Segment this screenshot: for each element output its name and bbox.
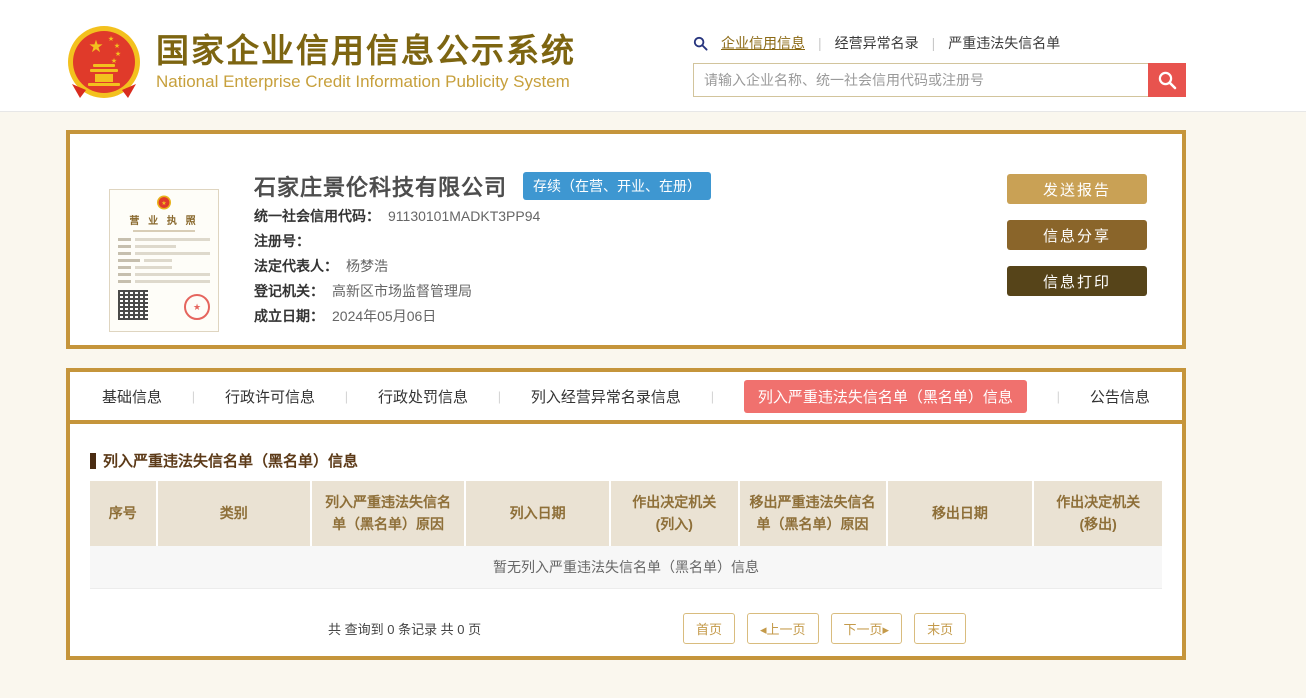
- field-value: 2024年05月06日: [332, 308, 437, 324]
- action-button-1[interactable]: 发送报告: [1007, 174, 1147, 204]
- section-title-row: 列入严重违法失信名单（黑名单）信息: [90, 450, 1162, 471]
- table-header-3: 列入严重违法失信名 单（黑名单）原因: [311, 481, 467, 547]
- license-emblem-icon: ★: [157, 195, 171, 210]
- blacklist-table: 序号 类别 列入严重违法失信名 单（黑名单）原因 列入日期 作出决定机关 (列入) 移出严…: [90, 481, 1162, 590]
- header-nav: 企业信用信息 | 经营异常名录 | 严重违法失信名单: [693, 33, 1186, 53]
- field-value: 杨梦浩: [346, 258, 388, 274]
- license-title: 营 业 执 照: [129, 216, 199, 227]
- svg-text:★: ★: [88, 37, 103, 56]
- page-header: ★ ★ ★ ★ ★ 国家企业信用信息公示系统 National Enterpri…: [0, 0, 1306, 112]
- field-label: 法定代表人：: [254, 258, 338, 274]
- svg-text:★: ★: [161, 200, 166, 207]
- license-qr-code: [118, 290, 148, 320]
- tab-4[interactable]: 列入经营异常名录信息: [531, 386, 681, 407]
- company-fields: 统一社会信用代码： 91130101MADKT3PP94 注册号： 法定代表人： 杨梦浩…: [254, 204, 540, 329]
- field-value: 高新区市场监督管理局: [332, 283, 472, 299]
- company-status-badge: 存续（在营、开业、在册）: [523, 172, 712, 200]
- section-title-marker: [90, 452, 96, 469]
- tab-3[interactable]: 行政处罚信息: [378, 386, 468, 407]
- company-field-1: 统一社会信用代码： 91130101MADKT3PP94: [254, 204, 540, 229]
- next-page-button[interactable]: 下一页▸: [830, 613, 903, 645]
- search-button[interactable]: [1148, 63, 1186, 97]
- svg-text:★: ★: [111, 57, 117, 65]
- search-icon: [1158, 71, 1177, 90]
- table-header-8: 作出决定机关 (移出): [1034, 481, 1162, 547]
- nav-link-1[interactable]: 企业信用信息: [721, 33, 805, 53]
- license-text-lines: [118, 238, 210, 283]
- detail-tabbar: 基础信息 | 行政许可信息 | 行政处罚信息 | 列入经营异常名录信息 | 列入严重违法失信名单…: [70, 372, 1182, 424]
- table-empty-row: 暂无列入严重违法失信名单（黑名单）信息: [90, 546, 1162, 590]
- company-field-5: 成立日期： 2024年05月06日: [254, 304, 540, 329]
- pagination-summary: 共 查询到 0 条记录 共 0 页: [328, 622, 482, 638]
- pagination: 共 查询到 0 条记录 共 0 页 首页 ◂上一页 下一页▸ 末页: [90, 613, 1162, 645]
- company-field-2: 注册号：: [254, 229, 540, 254]
- license-red-stamp-icon: ★: [184, 294, 210, 320]
- field-label: 注册号：: [254, 233, 310, 249]
- tab-6[interactable]: 公告信息: [1090, 386, 1150, 407]
- nav-link-2[interactable]: 经营异常名录: [835, 33, 919, 53]
- field-label: 成立日期：: [254, 308, 324, 324]
- business-license-thumbnail[interactable]: ★ 营 业 执 照 ★: [109, 189, 219, 332]
- detail-card: 基础信息 | 行政许可信息 | 行政处罚信息 | 列入经营异常名录信息 | 列入严重违法失信名单…: [66, 368, 1186, 660]
- site-title-en: National Enterprise Credit Information P…: [156, 72, 570, 92]
- national-emblem-icon: ★ ★ ★ ★ ★: [68, 26, 140, 98]
- nav-separator: |: [931, 35, 936, 51]
- field-label: 登记机关：: [254, 283, 324, 299]
- table-header-5: 作出决定机关 (列入): [610, 481, 740, 547]
- table-header-7: 移出日期: [887, 481, 1035, 547]
- field-value: 91130101MADKT3PP94: [388, 208, 541, 224]
- table-header-2: 类别: [157, 481, 312, 547]
- license-subtitle-line: [133, 230, 195, 232]
- field-label: 统一社会信用代码：: [254, 208, 380, 224]
- last-page-button[interactable]: 末页: [914, 613, 967, 645]
- tab-separator: |: [710, 388, 715, 404]
- table-header-6: 移出严重违法失信名 单（黑名单）原因: [739, 481, 888, 547]
- nav-link-3[interactable]: 严重违法失信名单: [948, 33, 1060, 53]
- tab-5[interactable]: 列入严重违法失信名单（黑名单）信息: [743, 379, 1027, 413]
- search-input[interactable]: [693, 63, 1148, 97]
- company-field-3: 法定代表人： 杨梦浩: [254, 254, 540, 279]
- search-icon-small: [693, 36, 708, 51]
- table-header-row: 序号 类别 列入严重违法失信名 单（黑名单）原因 列入日期 作出决定机关 (列入) 移出严…: [90, 481, 1162, 547]
- company-action-buttons: 发送报告信息分享信息打印: [1007, 174, 1147, 296]
- first-page-button[interactable]: 首页: [683, 613, 736, 645]
- table-header-4: 列入日期: [466, 481, 611, 547]
- action-button-2[interactable]: 信息分享: [1007, 220, 1147, 250]
- tab-separator: |: [497, 388, 502, 404]
- company-name: 石家庄景伦科技有限公司: [254, 175, 508, 200]
- tab-1[interactable]: 基础信息: [102, 386, 162, 407]
- tab-separator: |: [191, 388, 196, 404]
- tab-separator: |: [344, 388, 349, 404]
- table-empty-message: 暂无列入严重违法失信名单（黑名单）信息: [90, 546, 1162, 590]
- site-title-cn: 国家企业信用信息公示系统: [156, 31, 576, 69]
- tab-separator: |: [1056, 388, 1061, 404]
- svg-text:★: ★: [108, 35, 114, 43]
- company-field-4: 登记机关： 高新区市场监督管理局: [254, 279, 540, 304]
- table-header-1: 序号: [90, 481, 158, 547]
- site-logo: ★ ★ ★ ★ ★ 国家企业信用信息公示系统 National Enterpri…: [66, 24, 576, 100]
- section-title: 列入严重违法失信名单（黑名单）信息: [103, 453, 359, 470]
- action-button-3[interactable]: 信息打印: [1007, 266, 1147, 296]
- nav-separator: |: [818, 35, 822, 51]
- company-summary-card: ★ 营 业 执 照 ★ 石家庄景伦科技有限公司 存续（在营、开业、在册） 统一社…: [66, 130, 1186, 349]
- prev-page-button[interactable]: ◂上一页: [747, 613, 819, 645]
- svg-text:★: ★: [115, 50, 121, 58]
- tab-2[interactable]: 行政许可信息: [225, 386, 315, 407]
- svg-text:★: ★: [114, 42, 120, 50]
